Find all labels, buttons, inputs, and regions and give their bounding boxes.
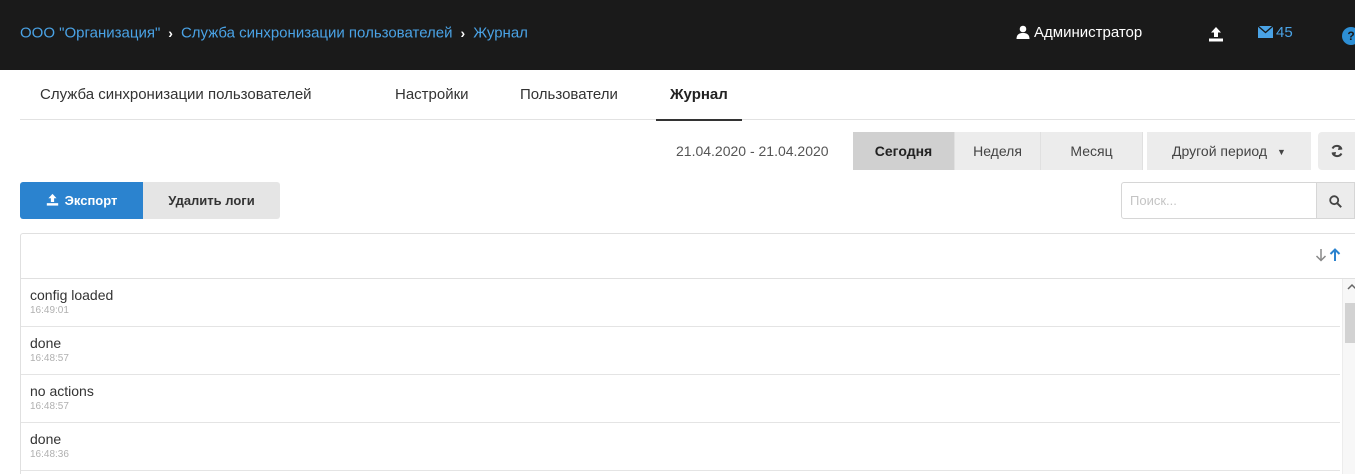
log-timestamp: 16:48:36 [30,449,69,460]
log-scrollbar[interactable] [1342,279,1355,474]
log-message: config loaded [30,287,114,303]
user-name: Администратор [1034,24,1143,41]
refresh-button[interactable] [1318,132,1355,170]
log-timestamp: 16:48:57 [30,353,69,364]
log-message: no actions [30,383,94,399]
period-month-button[interactable]: Месяц [1041,132,1143,170]
upload-icon [46,193,58,206]
upload-icon[interactable] [1208,26,1224,47]
help-icon[interactable]: ? [1342,27,1355,45]
other-period-dropdown[interactable]: Другой период ▼ [1147,132,1311,170]
caret-down-icon: ▼ [1277,147,1286,157]
date-range: 21.04.2020 - 21.04.2020 [676,143,829,159]
export-label: Экспорт [64,193,118,208]
log-message: done [30,335,62,351]
search-icon [1329,195,1342,208]
period-today-button[interactable]: Сегодня [853,132,955,170]
tab-sync-service[interactable]: Служба синхронизации пользователей [40,70,312,120]
breadcrumb-separator: › [460,25,466,42]
breadcrumb-separator: › [168,25,173,42]
log-header [21,234,1355,279]
tab-settings[interactable]: Настройки [395,70,469,120]
tab-users[interactable]: Пользователи [520,70,618,120]
refresh-icon [1331,144,1343,158]
breadcrumb-sync-service[interactable]: Служба синхронизации пользователей [181,25,453,42]
log-entry: done 16:48:57 [21,327,1340,375]
scroll-thumb[interactable] [1345,303,1355,343]
user-menu[interactable]: Администратор [1016,24,1142,41]
log-entry: no actions 16:48:57 [21,375,1340,423]
log-message: done [30,431,62,447]
period-week-button[interactable]: Неделя [955,132,1041,170]
tab-journal[interactable]: Журнал [656,70,742,121]
other-period-label: Другой период [1172,143,1268,159]
envelope-icon [1257,25,1274,38]
log-panel: config loaded 16:49:01 done 16:48:57 no … [20,233,1355,474]
sort-descending-icon[interactable] [1315,248,1327,262]
breadcrumb-organization[interactable]: ООО "Организация" [20,25,160,42]
breadcrumb-journal[interactable]: Журнал [473,25,528,42]
tab-bar: Служба синхронизации пользователей Настр… [20,70,1355,121]
top-bar: ООО "Организация" › Служба синхронизации п… [0,0,1355,70]
log-entry: done 16:48:36 [21,423,1340,471]
delete-logs-button[interactable]: Удалить логи [143,182,280,219]
sort-ascending-icon[interactable] [1329,248,1341,262]
export-button[interactable]: Экспорт [20,182,143,219]
user-icon [1016,25,1030,39]
scroll-up-icon[interactable] [1347,283,1355,291]
log-entry: config loaded 16:49:01 [21,279,1340,327]
log-timestamp: 16:48:57 [30,401,69,412]
messages-button[interactable]: 45 [1257,24,1293,41]
log-timestamp: 16:49:01 [30,305,69,316]
mail-count: 45 [1276,24,1293,41]
search-button[interactable] [1317,182,1355,219]
search-input[interactable] [1121,182,1317,219]
breadcrumb: ООО "Организация" › Служба синхронизации п… [20,24,528,42]
